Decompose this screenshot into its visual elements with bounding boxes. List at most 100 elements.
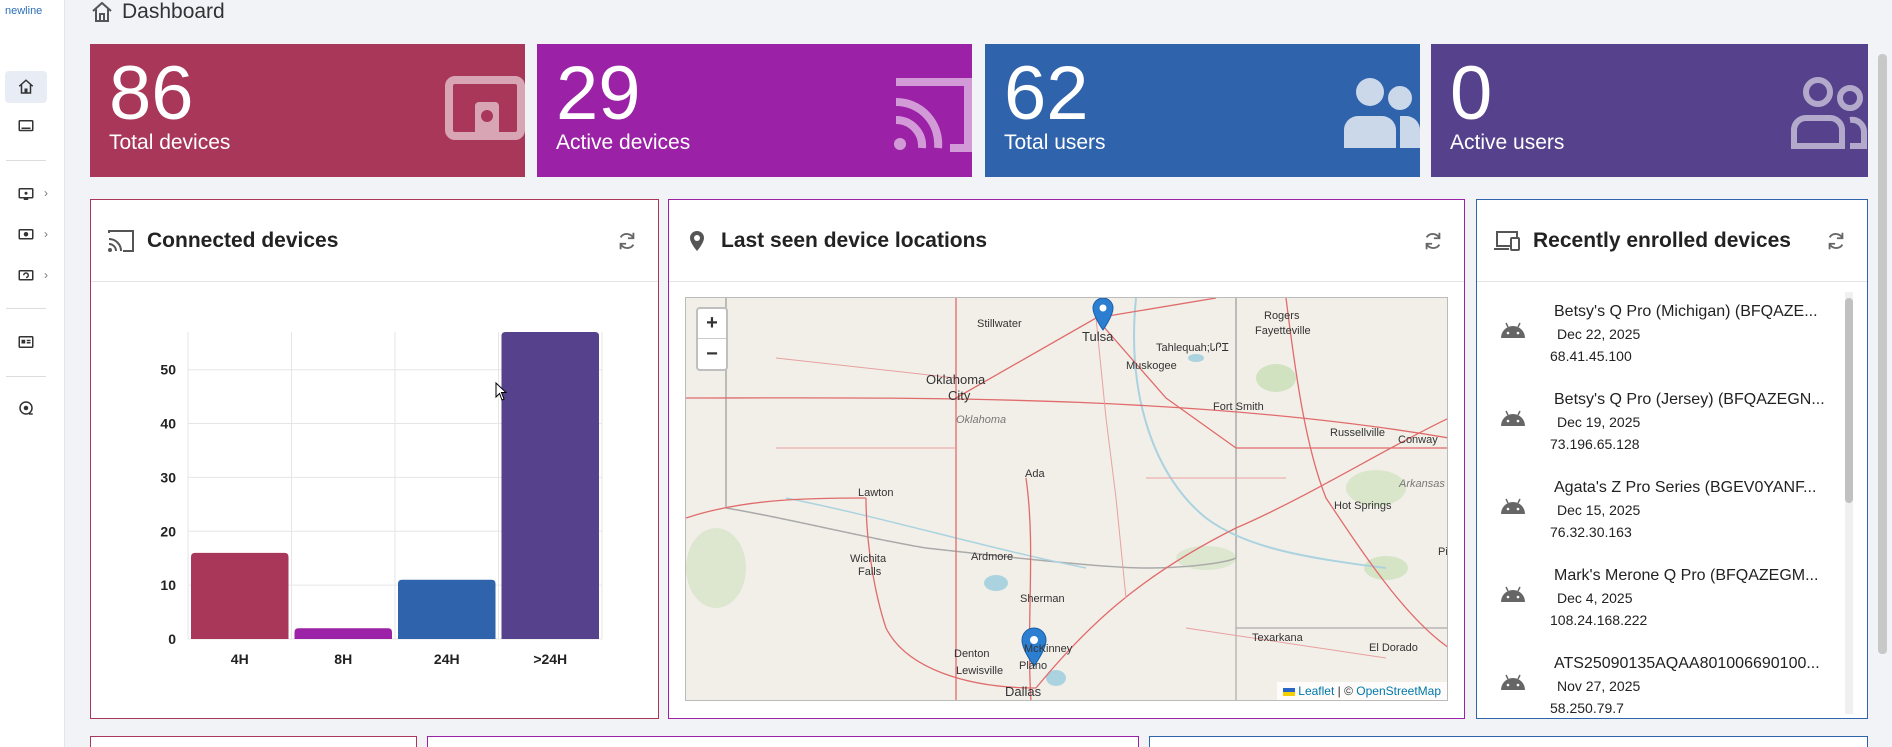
device-name: Betsy's Q Pro (Michigan) (BFQAZE... <box>1554 303 1818 320</box>
list-item[interactable]: Agata's Z Pro Series (BGEV0YANF... Dec 1… <box>1477 458 1857 546</box>
display-sync-icon <box>18 270 34 281</box>
map-label: Hot Springs <box>1334 500 1392 512</box>
panel-title: Connected devices <box>147 228 339 252</box>
connected-devices-chart: 0 10 20 30 40 50 4H 8H 24H >24H <box>160 332 603 667</box>
stat-card-active-devices[interactable]: 29 Active devices <box>537 44 972 177</box>
bar-4H[interactable] <box>191 552 289 639</box>
display-icon <box>18 120 34 132</box>
stat-value: 29 <box>556 51 641 136</box>
x-tick-label: 4H <box>231 651 249 667</box>
map-label: Ada <box>1025 468 1045 480</box>
bar->24H[interactable] <box>501 332 600 639</box>
android-icon <box>1501 674 1525 690</box>
panel-header: Recently enrolled devices <box>1477 200 1867 282</box>
stat-value: 62 <box>1004 51 1089 136</box>
list-item[interactable]: Mark's Merone Q Pro (BFQAZEGM... Dec 4, … <box>1477 546 1857 634</box>
chevron-right-icon[interactable]: › <box>44 186 48 200</box>
map-label: Rogers <box>1264 310 1300 322</box>
support-icon <box>19 401 33 415</box>
android-icon <box>1501 498 1525 514</box>
refresh-icon[interactable] <box>616 230 638 252</box>
remote-display-icon <box>18 188 34 200</box>
stat-label: Active devices <box>556 131 691 154</box>
map-label: Falls <box>858 566 882 578</box>
device-date: Dec 22, 2025 <box>1557 326 1641 342</box>
zoom-out-button[interactable]: − <box>698 339 726 369</box>
cast-icon <box>894 78 972 152</box>
users-icon <box>1344 78 1420 148</box>
bar-8H[interactable] <box>294 628 393 639</box>
device-locations-panel: Last seen device locations Stillwater Tu… <box>668 199 1465 719</box>
y-tick-label: 20 <box>160 523 176 539</box>
leaflet-link[interactable]: Leaflet <box>1298 684 1334 698</box>
stat-label: Total devices <box>109 131 231 154</box>
device-ip: 68.41.45.100 <box>1550 348 1632 364</box>
map-label: Arkansas <box>1399 478 1445 490</box>
device-ip: 76.32.30.163 <box>1550 524 1632 540</box>
map-label: Ardmore <box>971 551 1014 563</box>
y-tick-label: 40 <box>160 416 176 432</box>
map-attribution: Leaflet | © OpenStreetMap <box>1276 682 1447 700</box>
chevron-right-icon[interactable]: › <box>44 268 48 282</box>
map-label: Lewisville <box>956 665 1004 677</box>
map-zoom-control: + − <box>696 307 728 371</box>
device-date: Dec 19, 2025 <box>1557 414 1641 430</box>
stat-value: 86 <box>109 51 194 136</box>
osm-link[interactable]: OpenStreetMap <box>1356 684 1441 698</box>
connected-devices-panel: Connected devices 0 10 20 30 40 50 4H 8H 24H >24H <box>90 199 659 719</box>
sidebar-item-support[interactable] <box>5 392 47 424</box>
devices-icon <box>1494 230 1520 251</box>
list-item[interactable]: ATS25090135AQAA801006690100... Nov 27, 2… <box>1477 634 1857 718</box>
list-item[interactable]: Betsy's Q Pro (Michigan) (BFQAZE... Dec … <box>1477 282 1857 370</box>
device-name: Agata's Z Pro Series (BGEV0YANF... <box>1554 479 1817 496</box>
map-label: Russellville <box>1330 427 1386 439</box>
sidebar-item-sync[interactable] <box>5 260 47 292</box>
map-label: Sherman <box>1020 593 1065 605</box>
map-label: Tahlequah;ᏓᎵᏆ <box>1156 342 1229 354</box>
device-name: ATS25090135AQAA801006690100... <box>1554 655 1820 672</box>
device-date: Dec 15, 2025 <box>1557 502 1641 518</box>
map-label: Texarkana <box>1252 632 1303 644</box>
list-scrollbar[interactable] <box>1845 292 1853 714</box>
sidebar-item-devices[interactable] <box>5 110 47 142</box>
device-date: Dec 4, 2025 <box>1557 590 1633 606</box>
map-label: El Dorado <box>1369 642 1418 654</box>
bottom-panel <box>1149 736 1868 747</box>
map-label: Conway <box>1398 434 1438 446</box>
sidebar: newline › › › <box>0 0 65 747</box>
panel-title: Recently enrolled devices <box>1533 228 1791 252</box>
stat-label: Total users <box>1004 131 1106 154</box>
stat-card-total-devices[interactable]: 86 Total devices <box>90 44 525 177</box>
page-scrollbar[interactable] <box>1874 44 1892 714</box>
android-icon <box>1501 410 1525 426</box>
zoom-in-button[interactable]: + <box>698 309 726 339</box>
map-label: Fayetteville <box>1255 325 1311 337</box>
chevron-right-icon[interactable]: › <box>44 227 48 241</box>
bar-24H[interactable] <box>398 579 496 639</box>
sidebar-item-dashboard[interactable] <box>5 71 47 103</box>
map-label: Fort Smith <box>1213 401 1264 413</box>
refresh-icon[interactable] <box>1422 230 1444 252</box>
bottom-panel <box>90 736 417 747</box>
panel-title: Last seen device locations <box>721 228 988 252</box>
map-view[interactable]: Stillwater Tulsa Rogers Fayetteville Tah… <box>685 297 1448 701</box>
sidebar-item-settings[interactable] <box>5 219 47 251</box>
sidebar-item-remote[interactable] <box>5 178 47 210</box>
users-outline-icon <box>1791 77 1868 149</box>
panel-header: Last seen device locations <box>669 200 1464 282</box>
map-label: City <box>948 388 971 403</box>
home-icon <box>18 79 34 94</box>
y-tick-label: 30 <box>160 469 176 485</box>
refresh-icon[interactable] <box>1825 230 1847 252</box>
list-item[interactable]: Betsy's Q Pro (Jersey) (BFQAZEGN... Dec … <box>1477 370 1857 458</box>
map-label: Muskogee <box>1126 360 1177 372</box>
id-card-icon <box>18 336 34 348</box>
y-tick-label: 10 <box>160 577 176 593</box>
android-icon <box>1501 322 1525 338</box>
stat-card-active-users[interactable]: 0 Active users <box>1431 44 1868 177</box>
stat-card-total-users[interactable]: 62 Total users <box>985 44 1420 177</box>
sidebar-item-reports[interactable] <box>5 326 47 358</box>
map-label: Denton <box>954 648 990 660</box>
attribution-separator: | © <box>1334 684 1357 698</box>
page-title-text: Dashboard <box>122 0 225 23</box>
